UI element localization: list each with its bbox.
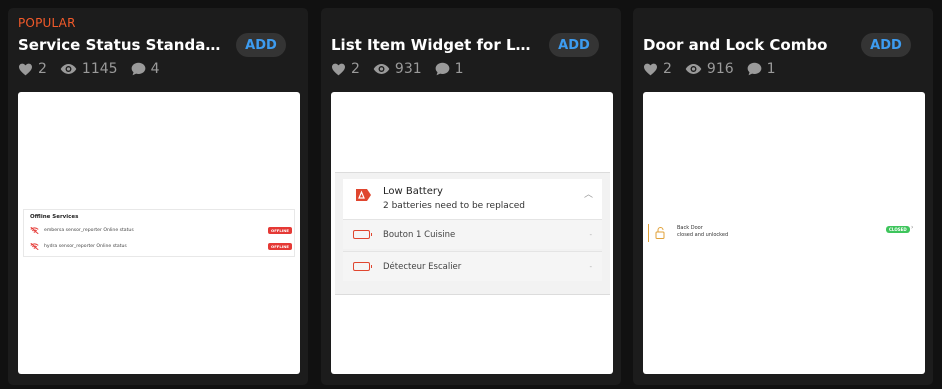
comments-count: 4 bbox=[150, 61, 160, 77]
service-name: hydra sensor_reporter Online status bbox=[44, 243, 127, 249]
door-lock-row: Back Door closed and unlocked CLOSED › bbox=[648, 224, 920, 242]
widget-preview[interactable]: Back Door closed and unlocked CLOSED › bbox=[643, 92, 925, 374]
views-stat: 1145 bbox=[60, 61, 118, 77]
list-item: Bouton 1 Cuisine - bbox=[343, 219, 602, 249]
widget-stats: 2 1145 4 bbox=[18, 61, 172, 77]
popular-badge: POPULAR bbox=[18, 16, 76, 30]
eye-icon bbox=[60, 64, 77, 74]
likes-count: 2 bbox=[351, 61, 360, 77]
status-badge: OFFLINE bbox=[267, 226, 292, 234]
low-battery-header: Low Battery 2 batteries need to be repla… bbox=[343, 179, 602, 219]
device-name: Bouton 1 Cuisine bbox=[383, 229, 456, 240]
likes-count: 2 bbox=[38, 61, 47, 77]
chevron-up-icon: ︿ bbox=[583, 190, 593, 200]
battery-warning-icon bbox=[356, 189, 371, 201]
low-battery-heading: Low Battery bbox=[383, 186, 443, 197]
list-item: embersa sensor_reporter Online status OF… bbox=[30, 225, 292, 235]
comment-icon bbox=[131, 62, 145, 76]
widget-card[interactable]: Door and Lock Combo ADD 2 916 1 Back Doo… bbox=[633, 8, 933, 385]
widget-title[interactable]: Door and Lock Combo bbox=[643, 36, 849, 54]
list-item: hydra sensor_reporter Online status OFFL… bbox=[30, 241, 292, 251]
views-count: 916 bbox=[706, 61, 734, 77]
comment-icon bbox=[747, 62, 762, 76]
lock-open-icon bbox=[655, 227, 665, 239]
wifi-off-icon bbox=[30, 226, 39, 234]
add-button[interactable]: ADD bbox=[236, 33, 286, 57]
views-count: 931 bbox=[394, 61, 422, 77]
status-badge: OFFLINE bbox=[267, 242, 292, 250]
battery-icon bbox=[353, 262, 372, 271]
comments-stat: 1 bbox=[435, 61, 464, 77]
offline-services-heading: Offline Services bbox=[30, 214, 79, 220]
views-stat: 916 bbox=[685, 61, 734, 77]
widget-title[interactable]: List Item Widget for Low Battery bbox=[331, 36, 537, 54]
heart-icon bbox=[644, 63, 657, 75]
heart-icon bbox=[19, 63, 32, 75]
service-name: embersa sensor_reporter Online status bbox=[44, 227, 134, 233]
list-item: Détecteur Escalier - bbox=[343, 251, 602, 281]
add-button[interactable]: ADD bbox=[861, 33, 911, 57]
widget-title[interactable]: Service Status Standalone bbox=[18, 36, 224, 54]
low-battery-panel: Low Battery 2 batteries need to be repla… bbox=[335, 172, 610, 295]
comments-stat: 4 bbox=[131, 61, 160, 77]
heart-icon bbox=[332, 63, 345, 75]
comments-count: 1 bbox=[766, 61, 776, 77]
status-badge: CLOSED bbox=[886, 226, 910, 233]
add-button[interactable]: ADD bbox=[549, 33, 599, 57]
device-value: - bbox=[589, 262, 592, 271]
door-title: Back Door bbox=[677, 225, 703, 231]
widget-card[interactable]: POPULAR Service Status Standalone ADD 2 … bbox=[8, 8, 308, 385]
likes-count: 2 bbox=[663, 61, 672, 77]
low-battery-subheading: 2 batteries need to be replaced bbox=[383, 201, 526, 211]
offline-services-list: Offline Services embersa sensor_reporter… bbox=[23, 209, 295, 257]
device-value: - bbox=[589, 230, 592, 239]
widget-stats: 2 931 1 bbox=[331, 61, 477, 77]
device-name: Détecteur Escalier bbox=[383, 261, 462, 272]
door-status-text: closed and unlocked bbox=[677, 232, 729, 238]
likes-stat: 2 bbox=[643, 61, 672, 77]
eye-icon bbox=[373, 64, 390, 74]
widget-preview[interactable]: Low Battery 2 batteries need to be repla… bbox=[331, 92, 613, 374]
views-count: 1145 bbox=[81, 61, 118, 77]
widget-preview[interactable]: Offline Services embersa sensor_reporter… bbox=[18, 92, 300, 374]
chevron-right-icon: › bbox=[911, 224, 914, 231]
likes-stat: 2 bbox=[331, 61, 360, 77]
likes-stat: 2 bbox=[18, 61, 47, 77]
battery-icon bbox=[353, 230, 372, 239]
comments-stat: 1 bbox=[747, 61, 776, 77]
widget-card[interactable]: List Item Widget for Low Battery ADD 2 9… bbox=[321, 8, 621, 385]
wifi-off-icon bbox=[30, 242, 39, 250]
comments-count: 1 bbox=[454, 61, 464, 77]
widget-stats: 2 916 1 bbox=[643, 61, 789, 77]
comment-icon bbox=[435, 62, 450, 76]
eye-icon bbox=[685, 64, 702, 74]
views-stat: 931 bbox=[373, 61, 422, 77]
